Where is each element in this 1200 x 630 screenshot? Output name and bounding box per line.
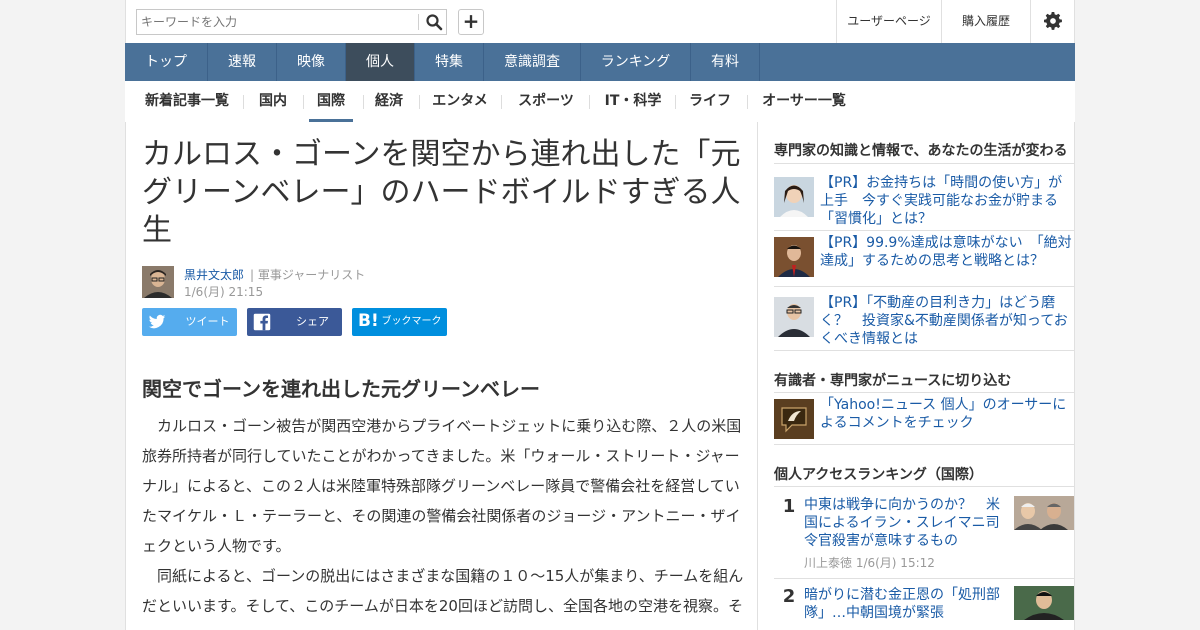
article-body: カルロス・ゴーン被告が関西空港からプライベートジェットに乗り込む際、２人の米国旅…: [142, 411, 744, 621]
add-icon[interactable]: +: [458, 9, 484, 35]
subnav-economy[interactable]: 経済: [371, 81, 407, 122]
purchase-history-link[interactable]: 購入履歴: [941, 0, 1030, 43]
rank-number: 2: [782, 586, 796, 607]
pr-link[interactable]: 【PR】99.9%達成は意味がない 「絶対達成」するための思考と戦略とは？: [820, 234, 1076, 270]
search-divider: [418, 14, 419, 30]
article-subheading: 関空でゴーンを連れ出した元グリーンベレー: [142, 377, 540, 401]
subnav-separator: [243, 95, 244, 109]
user-page-link[interactable]: ユーザーページ: [836, 0, 941, 43]
section-divider: [774, 350, 1074, 351]
ranking-thumbnail: [1014, 586, 1074, 620]
search-box[interactable]: [136, 9, 447, 35]
pr-thumbnail: [774, 177, 814, 217]
gear-icon: [1044, 12, 1062, 30]
nav-ranking[interactable]: ランキング: [581, 43, 691, 81]
section-divider: [774, 578, 1074, 579]
subnav-sports[interactable]: スポーツ: [515, 81, 577, 122]
subnav-separator: [363, 95, 364, 109]
subnav-separator: [675, 95, 676, 109]
author-avatar[interactable]: [142, 266, 174, 298]
subnav-separator: [501, 95, 502, 109]
pr-link[interactable]: 【PR】「不動産の目利き力」はどう磨く？ 投資家&不動産関係者が知っておくべき情…: [820, 294, 1076, 348]
tweet-label: ツイート: [185, 315, 230, 328]
settings-button[interactable]: [1030, 0, 1075, 43]
article-title: カルロス・ゴーンを関空から連れ出した「元グリーンベレー」のハードボイルドすぎる人…: [142, 137, 741, 248]
nav-video[interactable]: 映像: [277, 43, 346, 81]
author-name[interactable]: 黒井文太郎: [184, 266, 244, 283]
expert-link[interactable]: 「Yahoo!ニュース 個人」のオーサーによるコメントをチェック: [820, 396, 1076, 432]
sidebar: 専門家の知識と情報で、あなたの生活が変わる 【PR】お金持ちは「時間の使い方」が…: [758, 122, 1075, 630]
main-nav: トップ 速報 映像 個人 特集 意識調査 ランキング 有料: [125, 43, 1075, 81]
article: カルロス・ゴーンを関空から連れ出した「元グリーンベレー」のハードボイルドすぎる人…: [125, 122, 758, 630]
pr-item[interactable]: 【PR】お金持ちは「時間の使い方」が上手 今すぐ実践可能なお金が貯まる「習慣化」…: [774, 174, 1076, 228]
pr-thumbnail: [774, 237, 814, 277]
section-divider: [774, 392, 1074, 393]
nav-survey[interactable]: 意識調査: [484, 43, 581, 81]
pr-section-title: 専門家の知識と情報で、あなたの生活が変わる: [774, 143, 1068, 159]
ranking-item[interactable]: 2 暗がりに潜む金正恩の「処刑部隊」…中朝国境が緊張: [774, 586, 1074, 630]
ranking-section-title: 個人アクセスランキング（国際）: [774, 467, 983, 483]
subnav-separator: [747, 95, 748, 109]
hatena-bookmark-button[interactable]: B! ブックマーク: [352, 308, 447, 336]
subnav-separator: [303, 95, 304, 109]
facebook-share-button[interactable]: シェア: [247, 308, 342, 336]
nav-breaking[interactable]: 速報: [208, 43, 277, 81]
subnav-international[interactable]: 国際: [309, 81, 353, 122]
article-date: 1/6(月) 21:15: [184, 285, 264, 299]
subnav-authors[interactable]: オーサー一覧: [761, 81, 847, 122]
subnav-latest[interactable]: 新着記事一覧: [141, 81, 233, 122]
pr-thumbnail: [774, 297, 814, 337]
section-divider: [774, 163, 1074, 164]
search-icon[interactable]: [425, 13, 443, 31]
subnav-life[interactable]: ライフ: [687, 81, 733, 122]
subnav-entertainment[interactable]: エンタメ: [431, 81, 489, 122]
subnav-separator: [589, 95, 590, 109]
share-label: シェア: [296, 315, 329, 328]
rank-number: 1: [782, 496, 796, 517]
subnav-it-science[interactable]: IT・科学: [603, 81, 663, 122]
subnav-domestic[interactable]: 国内: [253, 81, 293, 122]
search-input[interactable]: [141, 13, 411, 31]
ranking-link[interactable]: 暗がりに潜む金正恩の「処刑部隊」…中朝国境が緊張: [804, 586, 1004, 622]
author-role: | 軍事ジャーナリスト: [250, 268, 366, 282]
section-divider: [774, 230, 1074, 231]
section-divider: [774, 444, 1074, 445]
pr-link[interactable]: 【PR】お金持ちは「時間の使い方」が上手 今すぐ実践可能なお金が貯まる「習慣化」…: [820, 174, 1076, 228]
bookmark-label: ブックマーク: [381, 316, 442, 327]
nav-individual[interactable]: 個人: [346, 43, 415, 81]
comment-badge-icon: [774, 399, 814, 439]
pr-item[interactable]: 【PR】「不動産の目利き力」はどう磨く？ 投資家&不動産関係者が知っておくべき情…: [774, 294, 1076, 348]
section-divider: [774, 286, 1074, 287]
sub-nav: 新着記事一覧 国内 国際 経済 エンタメ スポーツ IT・科学 ライフ オーサー…: [125, 81, 1075, 122]
section-divider: [774, 486, 1074, 487]
pr-item[interactable]: 【PR】99.9%達成は意味がない 「絶対達成」するための思考と戦略とは？: [774, 234, 1076, 277]
article-paragraph: 同紙によると、ゴーンの脱出にはさまざまな国籍の１０～15人が集まり、チームを組ん…: [142, 567, 744, 615]
tweet-button[interactable]: ツイート: [142, 308, 237, 336]
nav-feature[interactable]: 特集: [415, 43, 484, 81]
header: + ユーザーページ 購入履歴: [125, 0, 1075, 43]
article-paragraph: カルロス・ゴーン被告が関西空港からプライベートジェットに乗り込む際、２人の米国旅…: [142, 417, 742, 555]
expert-section-title: 有識者・専門家がニュースに切り込む: [774, 373, 1012, 389]
nav-top[interactable]: トップ: [125, 43, 208, 81]
ranking-link[interactable]: 中東は戦争に向かうのか？ 米国によるイラン・スレイマニ司令官殺害が意味するもの: [804, 496, 1004, 550]
expert-item[interactable]: 「Yahoo!ニュース 個人」のオーサーによるコメントをチェック: [774, 396, 1076, 439]
nav-paid[interactable]: 有料: [691, 43, 760, 81]
ranking-item[interactable]: 1 中東は戦争に向かうのか？ 米国によるイラン・スレイマニ司令官殺害が意味するも…: [774, 496, 1074, 576]
ranking-thumbnail: [1014, 496, 1074, 530]
subnav-separator: [419, 95, 420, 109]
ranking-meta: 川上泰徳 1/6(月) 15:12: [804, 556, 935, 570]
